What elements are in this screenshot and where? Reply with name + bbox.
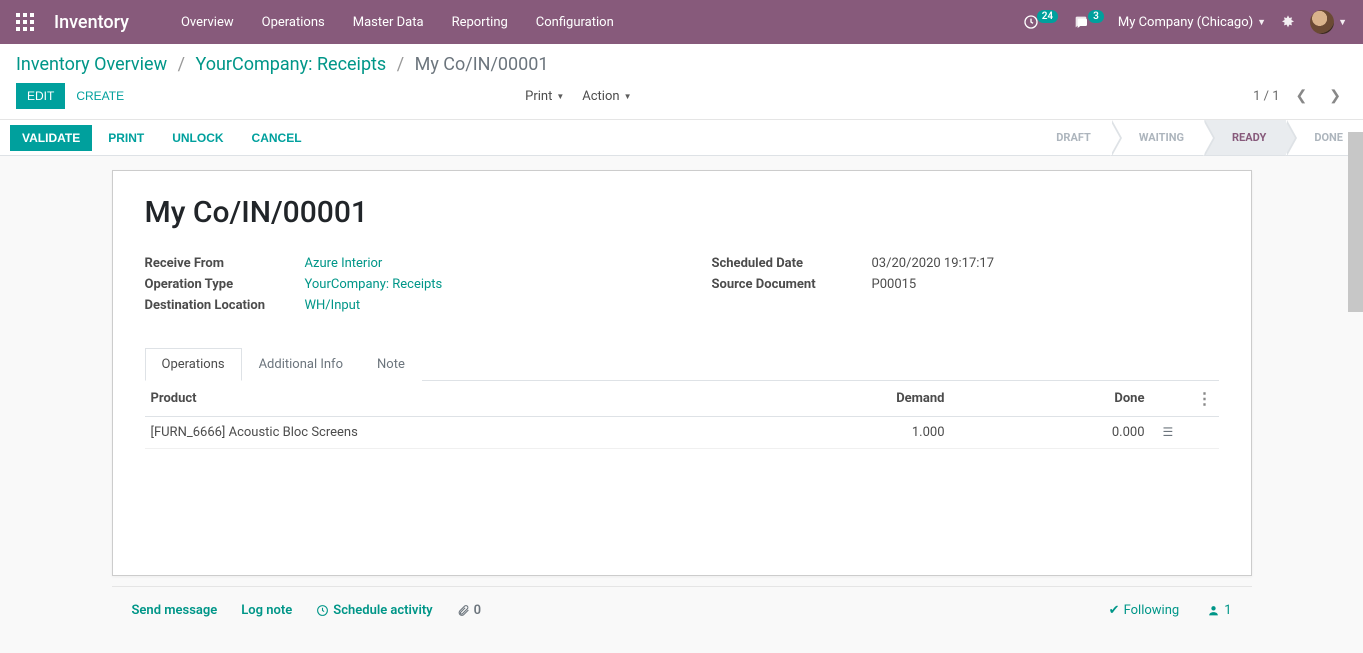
- activity-icon[interactable]: 24: [1023, 14, 1058, 30]
- print-button[interactable]: PRINT: [96, 125, 156, 151]
- status-bar: VALIDATE PRINT UNLOCK CANCEL DRAFT WAITI…: [0, 120, 1363, 156]
- tab-operations[interactable]: Operations: [145, 348, 242, 381]
- breadcrumb: Inventory Overview / YourCompany: Receip…: [16, 54, 1347, 75]
- cell-demand: 1.000: [751, 417, 951, 449]
- chevron-down-icon: ▼: [556, 92, 564, 101]
- record-title: My Co/IN/00001: [145, 195, 1219, 230]
- nav-operations[interactable]: Operations: [250, 7, 337, 38]
- chevron-down-icon: ▼: [1338, 17, 1347, 28]
- activity-badge: 24: [1037, 10, 1058, 23]
- scrollbar[interactable]: [1348, 132, 1363, 312]
- step-draft[interactable]: DRAFT: [1028, 120, 1111, 155]
- brand-title[interactable]: Inventory: [54, 12, 129, 33]
- apps-icon[interactable]: [16, 13, 34, 31]
- paperclip-icon: [457, 604, 470, 617]
- debug-icon[interactable]: [1280, 14, 1296, 30]
- edit-button[interactable]: EDIT: [16, 83, 65, 109]
- log-note-button[interactable]: Log note: [241, 603, 292, 618]
- form-sheet: My Co/IN/00001 Receive From Azure Interi…: [112, 170, 1252, 576]
- company-selector[interactable]: My Company (Chicago) ▼: [1118, 15, 1266, 30]
- create-button[interactable]: CREATE: [65, 83, 135, 109]
- messages-icon[interactable]: 3: [1072, 14, 1104, 30]
- label-scheduled-date: Scheduled Date: [712, 256, 872, 271]
- breadcrumb-link-0[interactable]: Inventory Overview: [16, 54, 167, 75]
- th-options[interactable]: ⋮: [1191, 381, 1219, 417]
- following-button[interactable]: ✔ Following: [1109, 603, 1180, 618]
- label-source-document: Source Document: [712, 277, 872, 292]
- value-scheduled-date: 03/20/2020 19:17:17: [872, 256, 995, 271]
- nav-configuration[interactable]: Configuration: [524, 7, 626, 38]
- nav-master-data[interactable]: Master Data: [341, 7, 436, 38]
- table-row[interactable]: [FURN_6666] Acoustic Bloc Screens 1.000 …: [145, 417, 1219, 449]
- top-nav: Inventory Overview Operations Master Dat…: [0, 0, 1363, 44]
- tabs: Operations Additional Info Note: [145, 347, 1219, 381]
- th-done[interactable]: Done: [951, 381, 1151, 417]
- step-waiting[interactable]: WAITING: [1111, 120, 1204, 155]
- avatar: [1310, 10, 1334, 34]
- cell-product: [FURN_6666] Acoustic Bloc Screens: [145, 417, 751, 449]
- chatter: Send message Log note Schedule activity …: [112, 586, 1252, 626]
- company-name: My Company (Chicago): [1118, 15, 1253, 30]
- check-icon: ✔: [1109, 603, 1120, 618]
- chevron-down-icon: ▼: [1257, 17, 1266, 28]
- attachments-button[interactable]: 0: [457, 603, 481, 618]
- breadcrumb-current: My Co/IN/00001: [415, 54, 549, 75]
- tab-additional-info[interactable]: Additional Info: [242, 348, 360, 381]
- pager-next[interactable]: ❯: [1323, 86, 1347, 106]
- nav-reporting[interactable]: Reporting: [440, 7, 520, 38]
- validate-button[interactable]: VALIDATE: [10, 125, 92, 151]
- messages-badge: 3: [1088, 10, 1104, 23]
- label-operation-type: Operation Type: [145, 277, 305, 292]
- breadcrumb-link-1[interactable]: YourCompany: Receipts: [195, 54, 386, 75]
- schedule-activity-button[interactable]: Schedule activity: [316, 603, 432, 618]
- pager-prev[interactable]: ❮: [1290, 86, 1314, 106]
- value-source-document: P00015: [872, 277, 917, 292]
- th-demand[interactable]: Demand: [751, 381, 951, 417]
- person-icon: [1207, 604, 1220, 617]
- operations-table: Product Demand Done ⋮ [FURN_6666] Acoust…: [145, 381, 1219, 449]
- print-dropdown[interactable]: Print▼: [525, 89, 564, 104]
- cancel-button[interactable]: CANCEL: [240, 125, 314, 151]
- chevron-down-icon: ▼: [624, 92, 632, 101]
- tab-note[interactable]: Note: [360, 348, 422, 381]
- send-message-button[interactable]: Send message: [132, 603, 218, 618]
- value-operation-type[interactable]: YourCompany: Receipts: [305, 277, 443, 292]
- th-product[interactable]: Product: [145, 381, 751, 417]
- step-ready[interactable]: READY: [1204, 120, 1286, 155]
- user-menu[interactable]: ▼: [1310, 10, 1347, 34]
- detail-icon[interactable]: ☰: [1163, 425, 1174, 439]
- label-destination-location: Destination Location: [145, 298, 305, 313]
- clock-icon: [316, 604, 329, 617]
- value-destination-location[interactable]: WH/Input: [305, 298, 361, 313]
- label-receive-from: Receive From: [145, 256, 305, 271]
- pager: 1 / 1 ❮ ❯: [1253, 86, 1347, 106]
- nav-menu: Overview Operations Master Data Reportin…: [169, 7, 626, 38]
- content: My Co/IN/00001 Receive From Azure Interi…: [0, 156, 1363, 649]
- status-steps: DRAFT WAITING READY DONE: [1028, 120, 1363, 155]
- value-receive-from[interactable]: Azure Interior: [305, 256, 383, 271]
- followers-button[interactable]: 1: [1207, 603, 1231, 618]
- pager-text[interactable]: 1 / 1: [1253, 89, 1279, 104]
- unlock-button[interactable]: UNLOCK: [160, 125, 235, 151]
- control-panel: Inventory Overview / YourCompany: Receip…: [0, 44, 1363, 120]
- action-dropdown[interactable]: Action▼: [582, 89, 631, 104]
- cell-done: 0.000: [951, 417, 1151, 449]
- nav-overview[interactable]: Overview: [169, 7, 246, 38]
